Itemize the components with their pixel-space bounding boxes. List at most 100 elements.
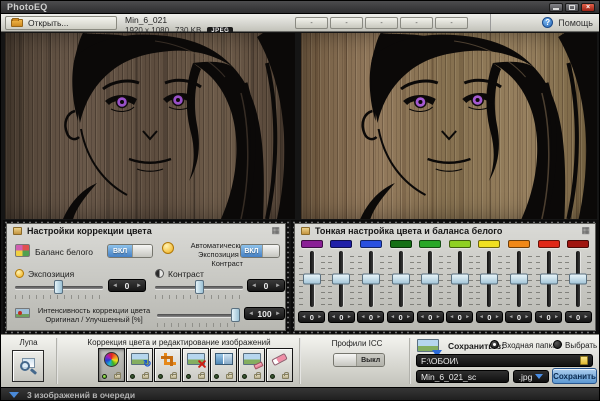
- spin-right-icon[interactable]: ►: [554, 314, 559, 320]
- spin-left-icon[interactable]: ◄: [420, 314, 425, 320]
- spin-right-icon[interactable]: ►: [377, 314, 382, 320]
- channel-spinner[interactable]: ◄ 0 ►: [387, 311, 415, 323]
- contrast-slider[interactable]: [155, 280, 243, 294]
- spin-left-icon[interactable]: ◄: [301, 314, 306, 320]
- slider-thumb[interactable]: [391, 273, 410, 285]
- spin-left-icon[interactable]: ◄: [251, 283, 257, 289]
- image-preview-before[interactable]: [5, 33, 295, 219]
- intensity-spinner[interactable]: ◄ 100 ►: [244, 307, 285, 320]
- channel-spinner[interactable]: ◄ 0 ►: [564, 311, 592, 323]
- slider-thumb[interactable]: [480, 273, 499, 285]
- slider-thumb[interactable]: [53, 280, 63, 294]
- spin-right-icon[interactable]: ►: [584, 314, 589, 320]
- preset-button-2[interactable]: -: [330, 17, 363, 29]
- spin-right-icon[interactable]: ►: [347, 314, 352, 320]
- channel-slider[interactable]: [535, 251, 562, 307]
- help-button[interactable]: Помощь: [558, 18, 593, 28]
- spin-left-icon[interactable]: ◄: [331, 314, 336, 320]
- slider-thumb[interactable]: [230, 308, 240, 322]
- spin-left-icon[interactable]: ◄: [508, 314, 513, 320]
- preset-button-4[interactable]: -: [400, 17, 433, 29]
- spin-right-icon[interactable]: ►: [275, 311, 281, 317]
- spin-right-icon[interactable]: ►: [317, 314, 322, 320]
- radio-input-folder-label[interactable]: Входная папка: [502, 341, 557, 350]
- spin-left-icon[interactable]: ◄: [248, 311, 254, 317]
- spin-right-icon[interactable]: ►: [136, 283, 142, 289]
- spin-right-icon[interactable]: ►: [406, 314, 411, 320]
- slider-thumb[interactable]: [421, 273, 440, 285]
- channel-spinner[interactable]: ◄ 0 ►: [298, 311, 326, 323]
- channel-slider[interactable]: [298, 251, 325, 307]
- slider-thumb[interactable]: [450, 273, 469, 285]
- channel-spinner[interactable]: ◄ 0 ►: [416, 311, 444, 323]
- spin-right-icon[interactable]: ►: [524, 314, 529, 320]
- slider-thumb[interactable]: [509, 273, 528, 285]
- icc-toggle[interactable]: Выкл: [333, 353, 385, 367]
- spin-left-icon[interactable]: ◄: [449, 314, 454, 320]
- channel-spinner[interactable]: ◄ 0 ►: [505, 311, 533, 323]
- contrast-spinner[interactable]: ◄ 0 ►: [247, 279, 285, 292]
- spin-right-icon[interactable]: ►: [465, 314, 470, 320]
- open-button[interactable]: Открыть...: [5, 16, 117, 30]
- panel-grid-icon[interactable]: ▦: [271, 225, 280, 236]
- tool-eraser[interactable]: [266, 348, 293, 382]
- format-dropdown[interactable]: .jpg: [513, 370, 549, 383]
- channel-slider[interactable]: [328, 251, 355, 307]
- slider-thumb[interactable]: [361, 273, 380, 285]
- panel-grid-icon[interactable]: ▦: [581, 225, 590, 236]
- exposure-slider[interactable]: [15, 280, 103, 294]
- channel-spinner[interactable]: ◄ 0 ►: [327, 311, 355, 323]
- preset-button-3[interactable]: -: [365, 17, 398, 29]
- spin-right-icon[interactable]: ►: [436, 314, 441, 320]
- slider-thumb[interactable]: [539, 273, 558, 285]
- spin-left-icon[interactable]: ◄: [112, 283, 118, 289]
- preset-button-1[interactable]: -: [295, 17, 328, 29]
- tool-split-compare[interactable]: [210, 348, 237, 382]
- save-button[interactable]: Сохранить: [552, 368, 597, 384]
- channel-slider[interactable]: [446, 251, 473, 307]
- minimize-button[interactable]: [549, 2, 563, 12]
- channel-slider[interactable]: [387, 251, 414, 307]
- spin-left-icon[interactable]: ◄: [390, 314, 395, 320]
- preset-button-5[interactable]: -: [435, 17, 468, 29]
- channel-spinner[interactable]: ◄ 0 ►: [357, 311, 385, 323]
- auto-exposure-toggle[interactable]: ВКЛ: [240, 244, 280, 258]
- filename-field[interactable]: Min_6_021_sc: [416, 370, 509, 383]
- tool-retouch[interactable]: [238, 348, 265, 382]
- close-button[interactable]: ×: [581, 2, 595, 12]
- image-preview-after[interactable]: [301, 33, 597, 219]
- tool-cut[interactable]: [182, 348, 209, 382]
- tool-crop[interactable]: [154, 348, 181, 382]
- channel-spinner[interactable]: ◄ 0 ►: [446, 311, 474, 323]
- channel-spinner[interactable]: ◄ 0 ►: [535, 311, 563, 323]
- channel-slider[interactable]: [505, 251, 532, 307]
- queue-expander-icon[interactable]: [9, 392, 19, 398]
- channel-slider[interactable]: [565, 251, 592, 307]
- exposure-spinner[interactable]: ◄ 0 ►: [108, 279, 146, 292]
- radio-choose-folder-label[interactable]: Выбрать: [565, 341, 597, 350]
- intensity-slider[interactable]: [157, 308, 240, 322]
- browse-folder-icon[interactable]: [580, 356, 588, 365]
- tool-rotate[interactable]: ↻: [126, 348, 153, 382]
- radio-input-folder[interactable]: [490, 340, 499, 349]
- channel-slider[interactable]: [357, 251, 384, 307]
- channel-spinner[interactable]: ◄ 0 ►: [475, 311, 503, 323]
- save-path-field[interactable]: F:\ОБОИ\: [416, 354, 593, 367]
- white-balance-toggle[interactable]: ВКЛ: [107, 244, 153, 258]
- maximize-button[interactable]: [565, 2, 579, 12]
- tool-color-correction[interactable]: [98, 348, 125, 382]
- spin-right-icon[interactable]: ►: [495, 314, 500, 320]
- magnifier-button[interactable]: [12, 350, 44, 382]
- spin-right-icon[interactable]: ►: [275, 283, 281, 289]
- spin-left-icon[interactable]: ◄: [479, 314, 484, 320]
- channel-slider[interactable]: [417, 251, 444, 307]
- channel-slider[interactable]: [476, 251, 503, 307]
- spin-left-icon[interactable]: ◄: [538, 314, 543, 320]
- radio-choose-folder[interactable]: [553, 340, 562, 349]
- slider-thumb[interactable]: [302, 273, 321, 285]
- slider-thumb[interactable]: [195, 280, 205, 294]
- spin-left-icon[interactable]: ◄: [568, 314, 573, 320]
- spin-left-icon[interactable]: ◄: [360, 314, 365, 320]
- slider-thumb[interactable]: [332, 273, 351, 285]
- slider-thumb[interactable]: [569, 273, 588, 285]
